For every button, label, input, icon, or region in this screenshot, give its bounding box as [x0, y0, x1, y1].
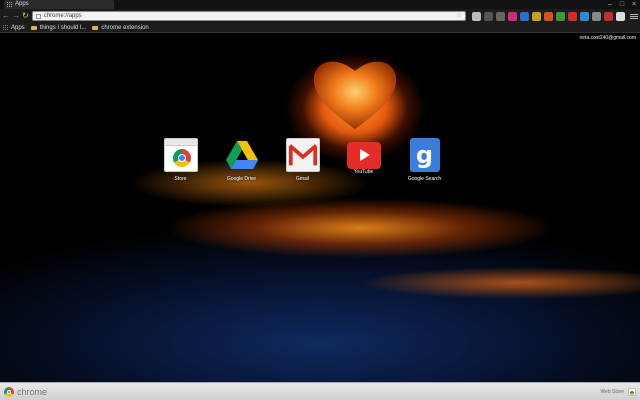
forward-button[interactable]: → — [12, 9, 20, 23]
web-store-label: Web Store — [600, 388, 624, 395]
gmail-icon — [285, 138, 320, 172]
bookmark-star-icon[interactable]: ☆ — [456, 12, 462, 20]
address-bar[interactable]: chrome://apps ☆ — [31, 11, 467, 21]
window-controls: – □ × — [606, 0, 638, 9]
apps-grid: Store Google Drive Gmail YouTube g Googl… — [150, 138, 455, 182]
app-label: Gmail — [295, 176, 310, 182]
close-button[interactable]: × — [630, 0, 638, 9]
ext-icon-2[interactable] — [484, 11, 494, 21]
tab-apps[interactable]: Apps — [4, 0, 114, 9]
google-drive-icon — [225, 141, 258, 169]
folder-icon — [92, 25, 99, 30]
bookmark-label: things I should l... — [39, 24, 87, 31]
ext-icon-7[interactable] — [544, 11, 554, 21]
ext-icon-4[interactable] — [508, 11, 518, 21]
app-label: Store — [174, 176, 187, 182]
reload-button[interactable]: ↻ — [22, 9, 29, 23]
bookmarks-bar: Apps things I should l... chrome extensi… — [0, 23, 640, 33]
toolbar: ← → ↻ chrome://apps ☆ — [0, 9, 640, 23]
back-button[interactable]: ← — [2, 9, 10, 23]
chrome-wordmark: chrome — [17, 386, 48, 397]
tab-title: Apps — [15, 1, 29, 7]
ext-icon-9[interactable] — [568, 11, 578, 21]
app-store[interactable]: Store — [150, 138, 211, 182]
folder-icon — [30, 25, 37, 30]
youtube-icon — [346, 142, 381, 169]
ext-icon-8[interactable] — [556, 11, 566, 21]
store-icon — [163, 138, 198, 172]
apps-grid-icon — [7, 2, 12, 7]
chrome-logo-icon — [4, 386, 14, 397]
browser-window: Apps – □ × ← → ↻ chrome://apps ☆ Apps th… — [0, 0, 640, 400]
app-google-drive[interactable]: Google Drive — [211, 138, 272, 182]
tab-strip: Apps – □ × — [0, 0, 640, 9]
bottom-bar: chrome Web Store — [0, 382, 640, 400]
app-label: YouTube — [353, 169, 374, 175]
address-text: chrome://apps — [43, 13, 82, 19]
app-youtube[interactable]: YouTube — [333, 138, 394, 182]
bookmark-apps[interactable]: Apps — [3, 25, 25, 31]
bookmark-label: Apps — [11, 24, 25, 31]
chrome-menu-button[interactable] — [630, 12, 638, 21]
app-label: Google Drive — [226, 176, 257, 182]
ext-icon-6[interactable] — [532, 11, 542, 21]
web-store-icon — [628, 387, 636, 396]
web-store-link[interactable]: Web Store — [600, 387, 636, 396]
page-icon — [35, 13, 41, 19]
google-search-icon: g — [409, 138, 440, 172]
apps-grid-icon — [3, 25, 8, 30]
maximize-button[interactable]: □ — [618, 0, 626, 9]
new-tab-content: neta.cost240@gmail.com Store Google Driv… — [0, 33, 640, 382]
bookmark-folder-chrome-extension[interactable]: chrome extension — [92, 24, 149, 31]
ext-icon-3[interactable] — [496, 11, 506, 21]
ext-icon-1[interactable] — [472, 11, 482, 21]
extension-icons — [472, 11, 626, 21]
minimize-button[interactable]: – — [606, 0, 614, 9]
app-label: Google Search — [407, 176, 442, 182]
ext-icon-10[interactable] — [580, 11, 590, 21]
app-gmail[interactable]: Gmail — [272, 138, 333, 182]
bookmark-label: chrome extension — [101, 24, 149, 31]
user-email[interactable]: neta.cost240@gmail.com — [580, 35, 637, 41]
ext-icon-12[interactable] — [604, 11, 614, 21]
bookmark-folder-things[interactable]: things I should l... — [30, 24, 87, 31]
ext-icon-13[interactable] — [616, 11, 626, 21]
fire-heart-image — [313, 61, 397, 129]
app-google-search[interactable]: g Google Search — [394, 138, 455, 182]
ext-icon-11[interactable] — [592, 11, 602, 21]
ext-icon-5[interactable] — [520, 11, 530, 21]
